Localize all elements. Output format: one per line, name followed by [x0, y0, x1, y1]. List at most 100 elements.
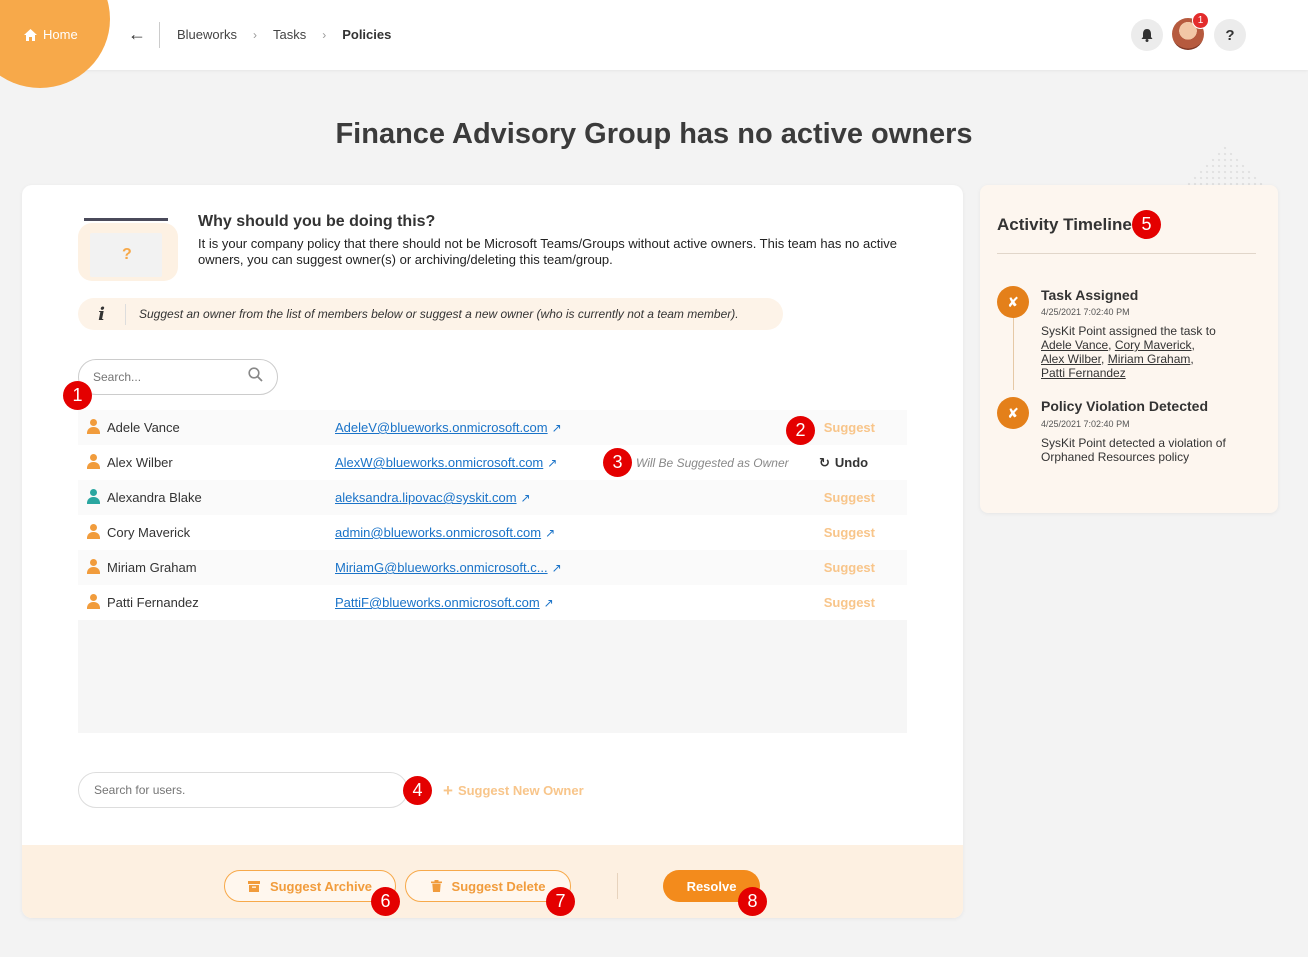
callout-marker-8: 8 — [738, 887, 767, 916]
breadcrumb-policies: Policies — [342, 27, 392, 42]
member-search-input[interactable] — [93, 370, 233, 384]
table-row: Alexandra Blake aleksandra.lipovac@syski… — [78, 480, 907, 515]
user-icon — [87, 559, 100, 574]
home-button[interactable]: Home — [24, 27, 78, 42]
undo-icon: ↻ — [819, 454, 830, 470]
member-name: Cory Maverick — [107, 525, 191, 540]
plus-icon: + — [443, 781, 453, 800]
breadcrumb-tasks[interactable]: Tasks — [273, 27, 306, 42]
back-arrow-icon[interactable]: ← — [128, 24, 146, 45]
suggest-button[interactable]: Suggest — [824, 490, 875, 505]
member-email-link[interactable]: AlexW@blueworks.onmicrosoft.com ↗ — [335, 455, 557, 470]
page-title: Finance Advisory Group has no active own… — [335, 118, 973, 150]
timeline-event-title: Task Assigned — [1041, 287, 1139, 303]
timeline-event-text: SysKit Point detected a violation of Orp… — [1041, 436, 1226, 464]
member-email-link[interactable]: aleksandra.lipovac@syskit.com ↗ — [335, 490, 531, 505]
member-email-link[interactable]: AdeleV@blueworks.onmicrosoft.com ↗ — [335, 420, 562, 435]
user-icon — [87, 454, 100, 469]
notification-badge: 1 — [1192, 12, 1209, 29]
chevron-right-icon: › — [322, 27, 327, 42]
question-mark-icon: ? — [1225, 26, 1235, 44]
search-icon[interactable] — [248, 367, 263, 387]
member-name: Alexandra Blake — [107, 490, 202, 505]
user-link[interactable]: Adele Vance — [1041, 338, 1108, 352]
suggest-archive-button[interactable]: Suggest Archive — [224, 870, 396, 902]
user-link[interactable]: Alex Wilber — [1041, 352, 1101, 366]
home-icon — [24, 28, 37, 41]
external-link-icon: ↗ — [551, 561, 562, 575]
home-label: Home — [43, 27, 78, 42]
top-bar: Home ← Blueworks › Tasks › Policies 1 ? — [0, 0, 1308, 88]
timeline-connector — [1013, 315, 1014, 390]
suggest-button[interactable]: Suggest — [824, 595, 875, 610]
divider — [617, 873, 618, 899]
undo-button[interactable]: ↻ Undo — [819, 455, 868, 471]
user-icon — [87, 489, 100, 504]
suggest-button[interactable]: Suggest — [824, 525, 875, 540]
external-link-icon: ↗ — [547, 456, 558, 470]
policy-illustration: ? — [78, 215, 178, 281]
info-bar: i Suggest an owner from the list of memb… — [78, 298, 783, 330]
breadcrumb-blueworks[interactable]: Blueworks — [177, 27, 237, 42]
help-button[interactable]: ? — [1214, 19, 1246, 51]
callout-marker-3: 3 — [603, 448, 632, 477]
new-owner-search-input[interactable] — [94, 783, 384, 797]
timeline-event-title: Policy Violation Detected — [1041, 398, 1209, 414]
new-owner-search[interactable] — [78, 772, 408, 808]
member-email-link[interactable]: PattiF@blueworks.onmicrosoft.com ↗ — [335, 595, 554, 610]
info-icon: i — [78, 303, 126, 325]
bell-icon — [1141, 28, 1153, 42]
why-title: Why should you be doing this? — [198, 213, 436, 230]
user-icon — [87, 594, 100, 609]
table-row: Alex Wilber AlexW@blueworks.onmicrosoft.… — [78, 445, 907, 480]
callout-marker-2: 2 — [786, 416, 815, 445]
suggest-new-owner-button[interactable]: + Suggest New Owner — [443, 781, 584, 801]
callout-marker-5: 5 — [1132, 210, 1161, 239]
trash-icon — [430, 880, 442, 892]
timeline-event-time: 4/25/2021 7:02:40 PM — [1041, 307, 1130, 317]
callout-marker-1: 1 — [63, 381, 92, 410]
policy-violation-icon: ✘ — [997, 397, 1029, 429]
member-name: Miriam Graham — [107, 560, 197, 575]
timeline-title: Activity Timeline — [997, 215, 1132, 234]
external-link-icon: ↗ — [520, 491, 531, 505]
divider — [159, 22, 160, 48]
member-list: Adele Vance AdeleV@blueworks.onmicrosoft… — [78, 410, 907, 733]
timeline-event-time: 4/25/2021 7:02:40 PM — [1041, 419, 1130, 429]
question-illustration-mark: ? — [122, 246, 132, 263]
user-link[interactable]: Cory Maverick — [1115, 338, 1192, 352]
table-row: Cory Maverick admin@blueworks.onmicrosof… — [78, 515, 907, 550]
chevron-right-icon: › — [252, 27, 257, 42]
callout-marker-4: 4 — [403, 776, 432, 805]
info-text: Suggest an owner from the list of member… — [139, 307, 739, 321]
table-row: Adele Vance AdeleV@blueworks.onmicrosoft… — [78, 410, 907, 445]
notifications-button[interactable] — [1131, 19, 1163, 51]
member-name: Patti Fernandez — [107, 595, 199, 610]
divider — [997, 253, 1256, 254]
home-blob — [0, 0, 110, 88]
external-link-icon: ↗ — [551, 421, 562, 435]
archive-icon — [247, 880, 260, 892]
timeline-event-text: SysKit Point assigned the task to Adele … — [1041, 324, 1216, 380]
breadcrumb: Blueworks › Tasks › Policies — [177, 27, 391, 42]
table-row: Miriam Graham MiriamG@blueworks.onmicros… — [78, 550, 907, 585]
user-link[interactable]: Patti Fernandez — [1041, 366, 1126, 380]
member-search[interactable] — [78, 359, 278, 395]
external-link-icon: ↗ — [545, 526, 556, 540]
action-footer: Suggest Archive Suggest Delete Resolve — [22, 845, 963, 918]
callout-marker-6: 6 — [371, 887, 400, 916]
member-email-link[interactable]: MiriamG@blueworks.onmicrosoft.c... ↗ — [335, 560, 562, 575]
owner-status-text: Will Be Suggested as Owner — [636, 455, 789, 470]
callout-marker-7: 7 — [546, 887, 575, 916]
suggest-button[interactable]: Suggest — [824, 560, 875, 575]
member-name: Adele Vance — [107, 420, 180, 435]
table-row: Patti Fernandez PattiF@blueworks.onmicro… — [78, 585, 907, 620]
activity-timeline-card: Activity Timeline ✘ Task Assigned 4/25/2… — [980, 185, 1278, 513]
user-link[interactable]: Miriam Graham — [1108, 352, 1191, 366]
suggest-button[interactable]: Suggest — [824, 420, 875, 435]
member-email-link[interactable]: admin@blueworks.onmicrosoft.com ↗ — [335, 525, 555, 540]
member-name: Alex Wilber — [107, 455, 173, 470]
user-icon — [87, 524, 100, 539]
why-text: It is your company policy that there sho… — [198, 236, 897, 267]
user-icon — [87, 419, 100, 434]
